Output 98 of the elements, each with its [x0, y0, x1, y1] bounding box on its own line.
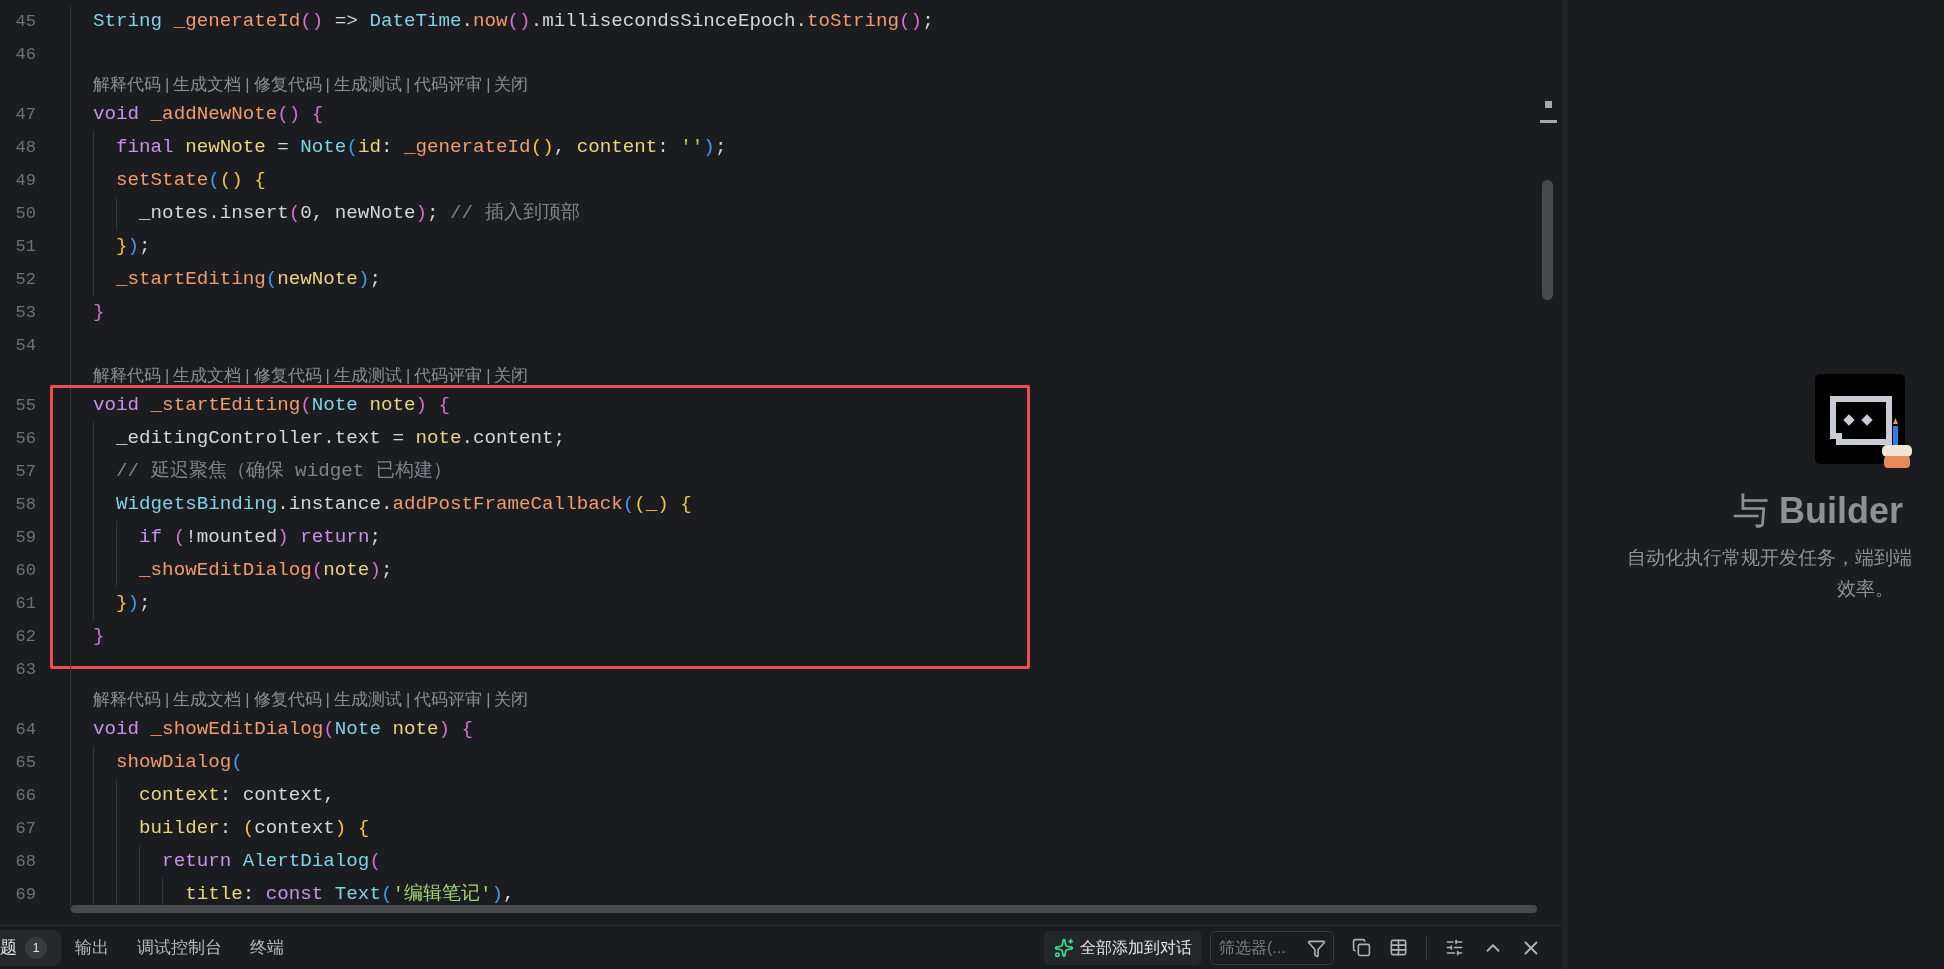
line-number: 56	[14, 427, 36, 450]
filter-field[interactable]: 筛选器(...	[1210, 930, 1334, 965]
code-line: WidgetsBinding.instance.addPostFrameCallback((_) {	[115, 492, 692, 518]
code-lens-link[interactable]: 代码评审	[414, 687, 483, 712]
code-line: _editingController.text = note.content;	[115, 426, 566, 452]
line-number: 69	[14, 883, 36, 906]
code-line: setState(() {	[115, 168, 266, 194]
code-lens-link[interactable]: 生成测试	[333, 363, 402, 388]
add-to-chat-button[interactable]: 全部添加到对话	[1044, 930, 1202, 965]
code-lens-link[interactable]: 关闭	[494, 363, 529, 388]
sparkle-icon	[1054, 937, 1074, 958]
code-lens-link[interactable]: 解释代码	[93, 363, 161, 388]
code-line: title: const Text('编辑笔记'),	[184, 882, 515, 908]
code-line: });	[115, 591, 151, 617]
line-number: 51	[14, 235, 36, 258]
panel-tab[interactable]: 终端	[236, 929, 298, 966]
code-line: // 延迟聚焦（确保 widget 已构建）	[115, 459, 452, 485]
code-lens-link[interactable]: 修复代码	[253, 72, 322, 97]
line-number: 50	[14, 202, 36, 225]
line-number: 57	[14, 460, 36, 483]
code-line: showDialog(	[115, 750, 243, 776]
table-icon[interactable]	[1389, 938, 1408, 957]
code-line: }	[92, 300, 105, 326]
panel-tab[interactable]: 输出	[61, 929, 123, 966]
code-line: String _generateId() => DateTime.now().millisecondsSinceEpoch.toString();	[92, 9, 934, 35]
separator-text: |	[244, 689, 251, 711]
code-line: void _addNewNote() {	[92, 102, 324, 128]
line-number: 65	[14, 751, 36, 774]
code-line: return AlertDialog(	[161, 849, 381, 875]
panel-description: 效率。	[1836, 576, 1894, 601]
minimap-marker-icon	[1539, 101, 1557, 123]
panel-tab[interactable]: 调试控制台	[123, 929, 236, 966]
code-line: final newNote = Note(id: _generateId(), content: '');	[115, 135, 727, 161]
separator-text: |	[485, 689, 492, 711]
line-number: 53	[14, 301, 36, 324]
separator-text: |	[404, 365, 412, 387]
separator-text: |	[164, 365, 171, 387]
line-number: 60	[14, 559, 36, 582]
code-lens-link[interactable]: 关闭	[494, 72, 529, 97]
line-number: 52	[14, 268, 36, 291]
line-number: 68	[14, 850, 36, 873]
code-lens-link[interactable]: 生成文档	[173, 363, 242, 388]
line-number: 58	[14, 493, 36, 516]
line-number: 55	[14, 394, 36, 417]
code-line: _showEditDialog(note);	[138, 558, 393, 584]
line-number: 49	[14, 169, 36, 192]
separator-text: |	[244, 365, 251, 387]
code-lens-link[interactable]: 修复代码	[253, 687, 322, 712]
code-lens-link[interactable]: 关闭	[494, 687, 529, 712]
separator-text: |	[404, 74, 412, 96]
code-line: _notes.insert(0, newNote); // 插入到顶部	[138, 201, 580, 227]
line-number: 54	[14, 334, 36, 357]
line-number: 63	[14, 658, 36, 681]
code-lens-link[interactable]: 代码评审	[414, 72, 483, 97]
copy-icon[interactable]	[1352, 938, 1371, 957]
line-number: 47	[14, 103, 36, 126]
separator-text: |	[324, 74, 331, 96]
vertical-scrollbar[interactable]	[1542, 180, 1553, 300]
code-line: }	[92, 624, 105, 650]
code-lens-link[interactable]: 生成测试	[333, 687, 402, 712]
code-lens-link[interactable]: 解释代码	[93, 687, 161, 712]
line-number: 61	[14, 592, 36, 615]
count-badge: 1	[25, 936, 47, 959]
separator-text: |	[485, 365, 492, 387]
separator-text: |	[324, 365, 331, 387]
code-line: context: context,	[138, 783, 335, 809]
code-lens-link[interactable]: 修复代码	[253, 363, 322, 388]
line-number: 46	[14, 43, 36, 66]
settings-icon[interactable]	[1445, 938, 1464, 957]
line-number: 66	[14, 784, 36, 807]
code-lens-link[interactable]: 代码评审	[414, 363, 483, 388]
panel-title: 与 Builder	[1733, 489, 1904, 533]
code-lens-link[interactable]: 生成文档	[173, 687, 242, 712]
panel-tab[interactable]: 题 1	[0, 929, 61, 966]
code-lens-link[interactable]: 生成文档	[173, 72, 242, 97]
code-line: void _startEditing(Note note) {	[92, 393, 450, 419]
horizontal-scrollbar[interactable]	[71, 905, 1537, 913]
filter-icon[interactable]	[1307, 938, 1326, 958]
code-lens-link[interactable]: 解释代码	[93, 72, 161, 97]
separator-text: |	[404, 689, 412, 711]
code-lens-link[interactable]: 生成测试	[333, 72, 402, 97]
line-number: 59	[14, 526, 36, 549]
code-line: builder: (context) {	[138, 816, 370, 842]
line-number: 67	[14, 817, 36, 840]
line-number: 48	[14, 136, 36, 159]
code-line: void _showEditDialog(Note note) {	[92, 717, 474, 743]
code-line: if (!mounted) return;	[138, 525, 381, 551]
code-line: });	[115, 234, 151, 260]
separator-text: |	[485, 74, 492, 96]
separator-text: |	[164, 74, 171, 96]
line-number: 45	[14, 10, 36, 33]
line-number: 62	[14, 625, 36, 648]
separator-text: |	[164, 689, 171, 711]
separator-text: |	[324, 689, 331, 711]
line-number: 64	[14, 718, 36, 741]
panel-description: 自动化执行常规开发任务，端到端	[1627, 546, 1912, 570]
separator-text: |	[244, 74, 251, 96]
code-line: _startEditing(newNote);	[115, 267, 381, 293]
